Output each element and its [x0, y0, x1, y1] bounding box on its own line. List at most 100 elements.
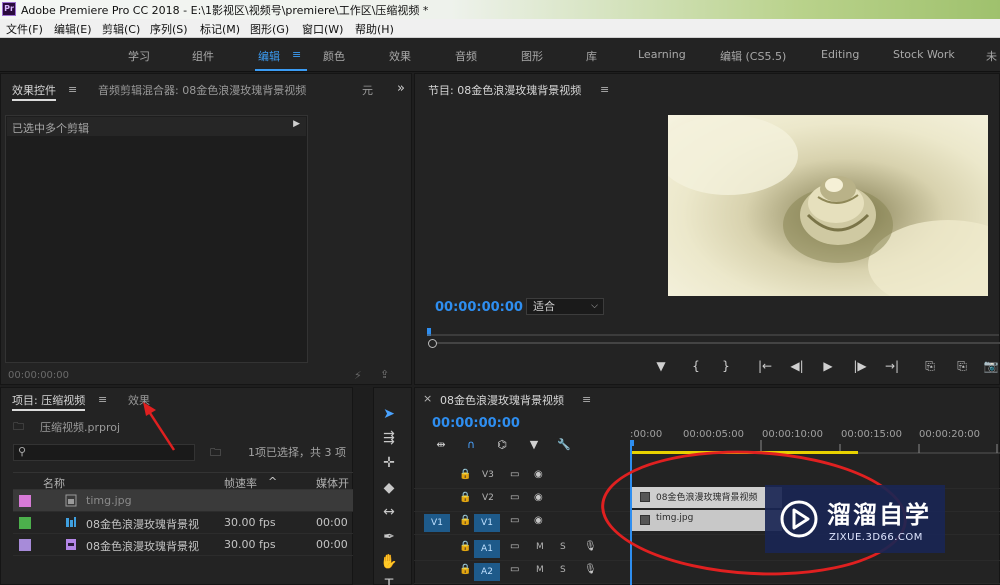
lift-button[interactable]: ⎘ — [921, 358, 939, 374]
program-scrub-handle[interactable] — [428, 339, 437, 348]
project-item-row[interactable]: timg.jpg — [13, 490, 353, 512]
add-marker-button[interactable]: ▼ — [652, 358, 670, 374]
track-select-tool-icon[interactable]: ⇶ — [376, 427, 402, 449]
workspace-editing-cs55[interactable]: 编辑 (CS5.5) — [720, 48, 786, 64]
snap-magnet-icon[interactable]: ∩ — [463, 437, 479, 453]
microphone-icon[interactable]: 🎙 — [584, 541, 597, 552]
solo-button[interactable]: S — [560, 542, 566, 552]
go-to-out-button[interactable]: →| — [883, 358, 901, 374]
track-target-v1[interactable]: V1 — [474, 514, 500, 532]
workspace-color[interactable]: 颜色 — [323, 48, 345, 64]
mute-button[interactable]: M — [536, 542, 544, 552]
tab-project[interactable]: 项目: 压缩视频 — [12, 392, 86, 411]
project-item-row[interactable]: 08金色浪漫玫瑰背景视 30.00 fps 00:00 — [13, 534, 353, 556]
project-menu-icon[interactable]: ≡ — [98, 393, 107, 406]
workspace-editing[interactable]: 编辑 — [258, 48, 280, 64]
program-time-ruler[interactable] — [427, 328, 999, 336]
workspace-libraries[interactable]: 库 — [586, 48, 597, 64]
track-target-a1[interactable]: A1 — [474, 540, 500, 558]
play-button[interactable]: ▶ — [819, 358, 837, 374]
solo-button[interactable]: S — [560, 565, 566, 575]
workspace-graphics[interactable]: 图形 — [521, 48, 543, 64]
workspace-overflow[interactable]: 未 — [986, 48, 997, 64]
tab-effect-controls[interactable]: 效果控件 — [12, 82, 56, 101]
extract-button[interactable]: ⎘ — [953, 358, 971, 374]
go-to-in-button[interactable]: |← — [756, 358, 774, 374]
menu-edit[interactable]: 编辑(E) — [54, 21, 92, 37]
razor-tool-icon[interactable]: ◆ — [376, 477, 402, 499]
sync-lock-icon[interactable]: ▭ — [510, 469, 519, 480]
program-video-frame[interactable] — [668, 115, 988, 296]
menu-help[interactable]: 帮助(H) — [355, 21, 394, 37]
annotation-arrow-icon — [143, 402, 176, 451]
step-back-button[interactable]: ◀| — [788, 358, 806, 374]
lock-icon[interactable]: 🔒 — [459, 469, 471, 480]
program-monitor-title[interactable]: 节目: 08金色浪漫玫瑰背景视频 — [428, 82, 581, 98]
play-triangle-icon[interactable]: ▶ — [293, 119, 300, 129]
panel-menu-icon[interactable]: ≡ — [68, 83, 77, 96]
sync-lock-icon[interactable]: ▭ — [510, 564, 519, 575]
tab-sequence[interactable]: 08金色浪漫玫瑰背景视频 — [440, 392, 564, 408]
sync-lock-icon[interactable]: ▭ — [510, 541, 519, 552]
hand-tool-icon[interactable]: ✋ — [376, 551, 402, 573]
lock-icon[interactable]: 🔒 — [459, 541, 471, 552]
eye-icon[interactable]: ◉ — [534, 515, 543, 526]
column-name[interactable]: 名称 — [43, 475, 65, 491]
close-icon[interactable]: × — [423, 392, 432, 405]
slip-tool-icon[interactable]: ↔ — [376, 501, 402, 523]
sync-lock-icon[interactable]: ▭ — [510, 492, 519, 503]
source-target-v1[interactable]: V1 — [424, 514, 450, 532]
sync-lock-icon[interactable]: ▭ — [510, 515, 519, 526]
lock-icon[interactable]: 🔒 — [459, 515, 471, 526]
workspace-editing-en[interactable]: Editing — [821, 48, 859, 61]
tab-metadata[interactable]: 元 — [362, 82, 373, 98]
timeline-playhead-timecode[interactable]: 00:00:00:00 — [432, 416, 520, 431]
program-menu-icon[interactable]: ≡ — [600, 83, 609, 96]
track-target-a2[interactable]: A2 — [474, 563, 500, 581]
lock-icon[interactable]: 🔒 — [459, 564, 471, 575]
mark-out-button[interactable]: } — [717, 358, 735, 374]
linked-selection-icon[interactable]: ⌬ — [494, 437, 510, 453]
project-item-row[interactable]: 08金色浪漫玫瑰背景视 30.00 fps 00:00 — [13, 512, 353, 534]
column-media-start[interactable]: 媒体开 — [316, 475, 349, 491]
eye-icon[interactable]: ◉ — [534, 469, 543, 480]
sort-ascending-icon[interactable]: ^ — [268, 475, 277, 488]
type-tool-icon[interactable]: T — [376, 574, 402, 585]
workspace-menu-icon[interactable]: ≡ — [292, 48, 301, 61]
workspace-learn[interactable]: 学习 — [128, 48, 150, 64]
program-scrub-bar[interactable] — [432, 342, 1000, 344]
microphone-icon[interactable]: 🎙 — [584, 564, 597, 575]
pen-tool-icon[interactable]: ✒ — [376, 526, 402, 548]
overflow-tabs-icon[interactable]: » — [397, 81, 405, 96]
new-search-bin-icon[interactable]: 🗀 — [210, 444, 221, 463]
workspace-learning-en[interactable]: Learning — [638, 48, 686, 61]
tab-audio-clip-mixer[interactable]: 音频剪辑混合器: 08金色浪漫玫瑰背景视频 — [98, 82, 306, 98]
export-frame-icon[interactable]: ⇪ — [380, 368, 389, 381]
menu-window[interactable]: 窗口(W) — [302, 21, 343, 37]
mark-in-button[interactable]: { — [687, 358, 705, 374]
fit-zoom-select[interactable]: 适合 ⌵ — [526, 298, 604, 315]
menu-graphics[interactable]: 图形(G) — [250, 21, 289, 37]
column-frame-rate[interactable]: 帧速率 — [224, 475, 257, 491]
workspace-audio[interactable]: 音频 — [455, 48, 477, 64]
program-playhead-timecode[interactable]: 00:00:00:00 — [435, 300, 523, 315]
menu-marker[interactable]: 标记(M) — [200, 21, 240, 37]
add-marker-icon[interactable]: ▼ — [526, 437, 542, 453]
filter-audio-icon[interactable]: ⚡ — [354, 369, 362, 382]
workspace-effects[interactable]: 效果 — [389, 48, 411, 64]
menu-clip[interactable]: 剪辑(C) — [102, 21, 140, 37]
selection-tool-icon[interactable]: ➤ — [376, 403, 402, 425]
eye-icon[interactable]: ◉ — [534, 492, 543, 503]
menu-file[interactable]: 文件(F) — [6, 21, 43, 37]
workspace-stock-work[interactable]: Stock Work — [893, 48, 955, 61]
ripple-edit-tool-icon[interactable]: ✛ — [376, 452, 402, 474]
sequence-menu-icon[interactable]: ≡ — [582, 393, 591, 406]
menu-sequence[interactable]: 序列(S) — [150, 21, 188, 37]
wrench-icon[interactable]: 🔧 — [556, 437, 572, 453]
insert-nest-icon[interactable]: ⇹ — [433, 437, 449, 453]
lock-icon[interactable]: 🔒 — [459, 492, 471, 503]
export-frame-camera-icon[interactable]: 📷 — [982, 358, 1000, 374]
step-forward-button[interactable]: |▶ — [851, 358, 869, 374]
workspace-assembly[interactable]: 组件 — [192, 48, 214, 64]
mute-button[interactable]: M — [536, 565, 544, 575]
